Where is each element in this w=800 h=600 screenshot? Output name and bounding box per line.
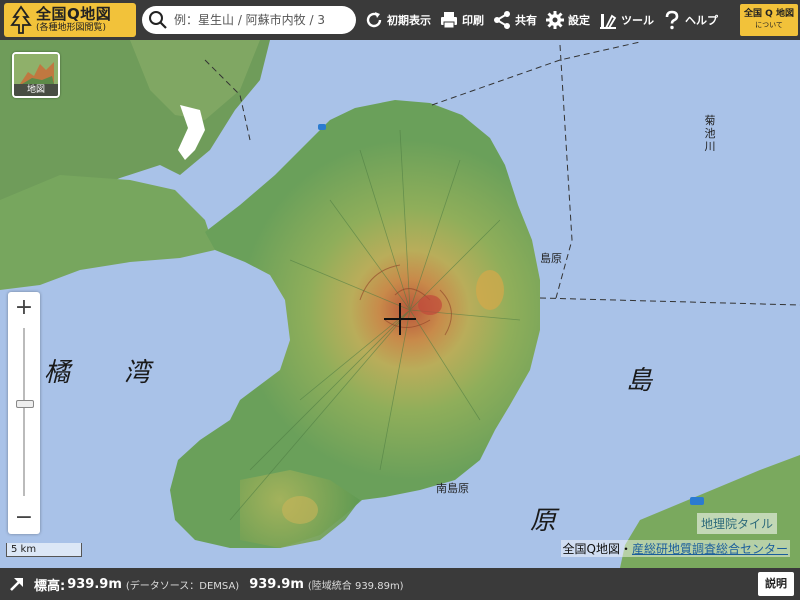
terrain-map [0, 40, 800, 568]
layer-switch-button[interactable]: 地図 [12, 52, 60, 98]
top-toolbar: 全国Q地図 (各種地形図閲覧) 初期表示 印刷 共有 [0, 0, 800, 40]
tile-credit-link[interactable]: 地理院タイル [697, 513, 778, 534]
about-button[interactable]: 全国 Q 地図 について [740, 4, 798, 36]
gear-icon [546, 11, 564, 29]
tools-icon [600, 14, 617, 29]
status-bar: 標高: 939.9m (データソース：DEMSA) 939.9m (陸域統合 9… [0, 568, 800, 600]
tools-button[interactable]: ツール [598, 10, 654, 30]
tools-label: ツール [621, 14, 654, 27]
explain-button[interactable]: 説明 [758, 572, 794, 596]
print-label: 印刷 [462, 14, 484, 27]
help-button[interactable]: ヘルプ [662, 10, 718, 30]
share-label: 共有 [515, 14, 537, 27]
elevation-value-land: 939.9m [249, 576, 304, 592]
label-bay-left: 橘 [44, 358, 71, 388]
app-title: 全国Q地図 [36, 5, 112, 23]
help-label: ヘルプ [685, 14, 718, 27]
share-icon [494, 11, 510, 29]
zoom-in-button[interactable]: + [8, 294, 40, 322]
printer-icon [441, 12, 457, 29]
label-town-south: 南島原 [436, 482, 469, 495]
tree-icon [10, 5, 32, 34]
elevation-source-land: (陸域統合 939.89m) [307, 580, 404, 592]
label-hara: 原 [530, 506, 557, 536]
reset-view-label: 初期表示 [387, 14, 431, 27]
print-button[interactable]: 印刷 [439, 10, 484, 30]
about-subtitle: について [755, 21, 783, 29]
attribution: 全国Q地図・産総研地質調査総合センター [560, 540, 790, 557]
share-button[interactable]: 共有 [492, 10, 537, 30]
label-shima: 島 [626, 366, 653, 396]
app-subtitle: (各種地形図閲覧) [36, 23, 107, 33]
elevation-label: 標高: [34, 578, 66, 594]
zoom-track[interactable] [23, 328, 25, 496]
layer-button-label: 地図 [14, 84, 58, 96]
zoom-out-button[interactable]: − [8, 504, 40, 532]
scale-bar: 5 km [6, 543, 82, 557]
zoom-slider-handle[interactable] [16, 400, 34, 408]
search-box [142, 6, 356, 34]
zoom-control: + − [8, 292, 40, 534]
arrow-up-right-icon[interactable] [8, 575, 26, 593]
map-canvas[interactable]: 橘 湾 島 原 菊池川 島原 南島原 [0, 40, 800, 568]
search-input[interactable] [172, 12, 356, 28]
attribution-link[interactable]: 産総研地質調査総合センター [632, 542, 788, 556]
question-icon [665, 10, 679, 30]
label-bay-right: 湾 [124, 358, 151, 388]
attribution-prefix: 全国Q地図・ [562, 542, 632, 556]
refresh-icon [366, 12, 382, 28]
label-town-east: 島原 [540, 252, 562, 265]
elevation-value: 939.9m [67, 576, 122, 592]
app-logo-button[interactable]: 全国Q地図 (各種地形図閲覧) [4, 3, 136, 37]
elevation-source: (データソース：DEMSA) [125, 580, 240, 592]
settings-label: 設定 [568, 14, 590, 27]
about-title: 全国 Q 地図 [744, 9, 794, 19]
reset-view-button[interactable]: 初期表示 [364, 10, 431, 30]
settings-button[interactable]: 設定 [545, 10, 590, 30]
label-river: 菊池川 [704, 114, 716, 153]
search-icon [149, 11, 167, 29]
